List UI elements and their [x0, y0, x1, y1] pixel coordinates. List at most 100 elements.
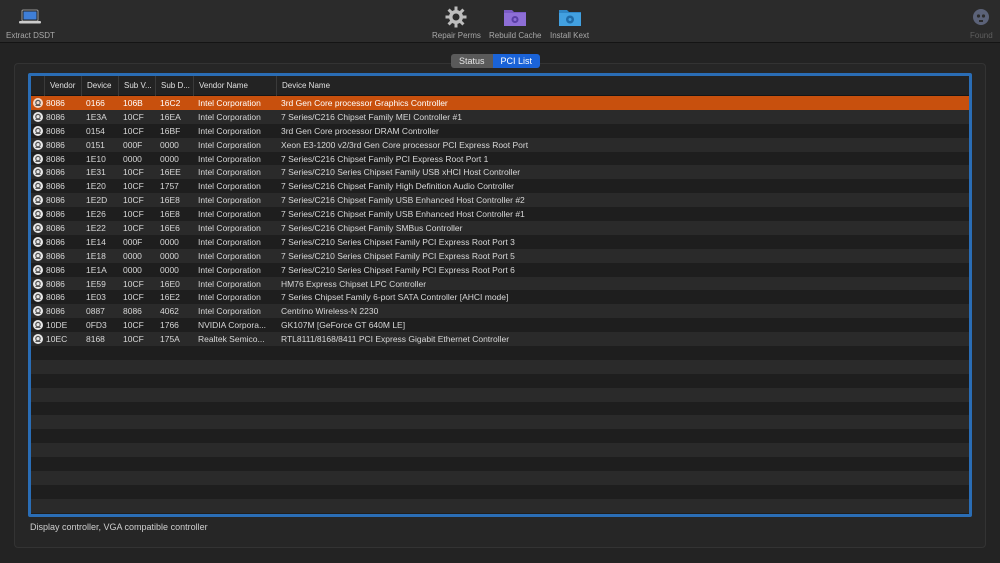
sub-vendor-id-cell: 000F	[123, 236, 143, 247]
vendor-name-cell: Intel Corporation	[198, 306, 261, 317]
vendor-name-cell: Intel Corporation	[198, 278, 261, 289]
row-icon-cell	[31, 250, 44, 261]
sub-device-id-cell: 16E0	[160, 278, 180, 289]
sub-device-id-cell: 16E8	[160, 209, 180, 220]
header-sub-vendor[interactable]: Sub V...	[118, 76, 155, 96]
vendor-name-cell: Intel Corporation	[198, 292, 261, 303]
device-id-cell: 1E18	[86, 250, 106, 261]
vendor-id-cell: 8086	[46, 139, 65, 150]
table-row[interactable]: 8086 1E03 10CF 16E2 Intel Corporation 7 Serie…	[31, 290, 969, 305]
pci-table[interactable]: Vendor Device Sub V... Sub D... Vendor N…	[28, 73, 972, 517]
sub-vendor-id-cell: 000F	[123, 139, 143, 150]
device-name-cell: 7 Series/C216 Chipset Family PCI Express…	[281, 153, 489, 164]
empty-row	[31, 484, 969, 499]
row-icon-cell	[31, 334, 44, 345]
sub-device-id-cell: 0000	[160, 139, 179, 150]
table-row[interactable]: 8086 0166 106B 16C2 Intel Corporation 3rd Gen…	[31, 96, 969, 110]
vendor-name-cell: Intel Corporation	[198, 250, 261, 261]
table-row[interactable]: 8086 1E22 10CF 16E6 Intel Corporation 7 Serie…	[31, 221, 969, 235]
pci-device-icon	[33, 292, 43, 303]
device-id-cell: 0FD3	[86, 320, 107, 331]
device-id-cell: 1E31	[86, 167, 106, 178]
table-row[interactable]: 8086 1E18 0000 0000 Intel Corporation 7 Serie…	[31, 248, 969, 263]
vendor-name-cell: Intel Corporation	[198, 209, 261, 220]
device-name-cell: 7 Series/C210 Series Chipset Family PCI …	[281, 236, 515, 247]
vendor-name-cell: Intel Corporation	[198, 264, 261, 275]
row-icon-cell	[31, 111, 44, 122]
table-row[interactable]: 10DE 0FD3 10CF 1766 NVIDIA Corpora... GK107M …	[31, 318, 969, 333]
device-id-cell: 1E14	[86, 236, 106, 247]
sub-vendor-id-cell: 10CF	[123, 167, 144, 178]
vendor-id-cell: 8086	[46, 250, 65, 261]
header-icon[interactable]	[31, 76, 44, 96]
table-row[interactable]: 8086 0151 000F 0000 Intel Corporation Xeon E3…	[31, 137, 969, 152]
table-row[interactable]: 8086 1E59 10CF 16E0 Intel Corporation HM76 Ex…	[31, 276, 969, 291]
rebuild-cache-button[interactable]: Rebuild Cache	[489, 3, 541, 40]
sub-vendor-id-cell: 10CF	[123, 320, 144, 331]
table-body: 8086 0166 106B 16C2 Intel Corporation 3rd Gen…	[31, 96, 969, 513]
tab-pci-list[interactable]: PCI List	[492, 54, 541, 68]
repair-perms-button[interactable]: Repair Perms	[432, 3, 481, 40]
device-name-cell: RTL8111/8168/8411 PCI Express Gigabit Et…	[281, 334, 510, 345]
pci-device-icon	[33, 278, 43, 289]
header-device[interactable]: Device	[81, 76, 118, 96]
sub-vendor-id-cell: 10CF	[123, 181, 144, 192]
tab-status[interactable]: Status	[451, 54, 493, 68]
sub-device-id-cell: 1757	[160, 181, 179, 192]
sub-device-id-cell: 1766	[160, 320, 179, 331]
table-row[interactable]: 8086 1E1A 0000 0000 Intel Corporation 7 Serie…	[31, 262, 969, 277]
table-row[interactable]: 8086 1E10 0000 0000 Intel Corporation 7 Serie…	[31, 151, 969, 166]
device-id-cell: 1E10	[86, 153, 106, 164]
device-name-cell: 7 Series/C210 Series Chipset Family PCI …	[281, 250, 515, 261]
sub-device-id-cell: 16BF	[160, 125, 181, 136]
pci-device-icon	[33, 111, 43, 122]
found-button[interactable]: Found	[970, 3, 993, 40]
row-icon-cell	[31, 195, 44, 206]
pci-device-icon	[33, 250, 43, 261]
header-device-name[interactable]: Device Name	[276, 76, 969, 96]
vendor-name-cell: Intel Corporation	[198, 167, 261, 178]
device-id-cell: 1E59	[86, 278, 106, 289]
table-row[interactable]: 8086 1E14 000F 0000 Intel Corporation 7 Serie…	[31, 234, 969, 249]
header-vendor-name[interactable]: Vendor Name	[193, 76, 276, 96]
device-name-cell: Xeon E3-1200 v2/3rd Gen Core processor P…	[281, 139, 529, 150]
device-id-cell: 1E03	[86, 292, 106, 303]
pci-device-icon	[33, 320, 43, 331]
extract-dsdt-button[interactable]: Extract DSDT	[6, 3, 55, 40]
table-row[interactable]: 10EC 8168 10CF 175A Realtek Semico... RTL8111…	[31, 332, 969, 347]
vendor-name-cell: NVIDIA Corpora...	[198, 320, 267, 331]
sub-device-id-cell: 16E6	[160, 222, 180, 233]
vendor-name-cell: Intel Corporation	[198, 111, 261, 122]
table-row[interactable]: 8086 1E20 10CF 1757 Intel Corporation 7 Serie…	[31, 179, 969, 194]
vendor-name-cell: Intel Corporation	[198, 181, 261, 192]
sub-device-id-cell: 16E2	[160, 292, 180, 303]
table-row[interactable]: 8086 1E3A 10CF 16EA Intel Corporation 7 Serie…	[31, 109, 969, 124]
row-icon-cell	[31, 181, 44, 192]
sub-vendor-id-cell: 10CF	[123, 111, 144, 122]
table-row[interactable]: 8086 1E26 10CF 16E8 Intel Corporation 7 Serie…	[31, 207, 969, 222]
pci-device-icon	[33, 97, 43, 108]
vendor-name-cell: Intel Corporation	[198, 97, 261, 108]
extract-dsdt-label: Extract DSDT	[6, 31, 55, 40]
header-vendor[interactable]: Vendor	[44, 76, 81, 96]
device-name-cell: 7 Series/C210 Series Chipset Family PCI …	[281, 264, 515, 275]
device-id-cell: 8168	[86, 334, 105, 345]
row-icon-cell	[31, 306, 44, 317]
device-name-cell: Centrino Wireless-N 2230	[281, 306, 379, 317]
table-row[interactable]: 8086 0887 8086 4062 Intel Corporation Centrin…	[31, 304, 969, 319]
sub-vendor-id-cell: 10CF	[123, 195, 144, 206]
device-name-cell: 7 Series/C216 Chipset Family USB Enhance…	[281, 195, 525, 206]
header-sub-device[interactable]: Sub D...	[155, 76, 193, 96]
table-row[interactable]: 8086 0154 10CF 16BF Intel Corporation 3rd Gen…	[31, 123, 969, 138]
table-row[interactable]: 8086 1E31 10CF 16EE Intel Corporation 7 Serie…	[31, 165, 969, 180]
device-id-cell: 0154	[86, 125, 105, 136]
row-icon-cell	[31, 97, 44, 108]
device-id-cell: 0887	[86, 306, 105, 317]
laptop-icon	[18, 3, 42, 31]
pci-device-icon	[33, 153, 43, 164]
table-row[interactable]: 8086 1E2D 10CF 16E8 Intel Corporation 7 Serie…	[31, 193, 969, 208]
empty-row	[31, 346, 969, 360]
row-icon-cell	[31, 278, 44, 289]
install-kext-button[interactable]: Install Kext	[550, 3, 589, 40]
vendor-id-cell: 8086	[46, 195, 65, 206]
